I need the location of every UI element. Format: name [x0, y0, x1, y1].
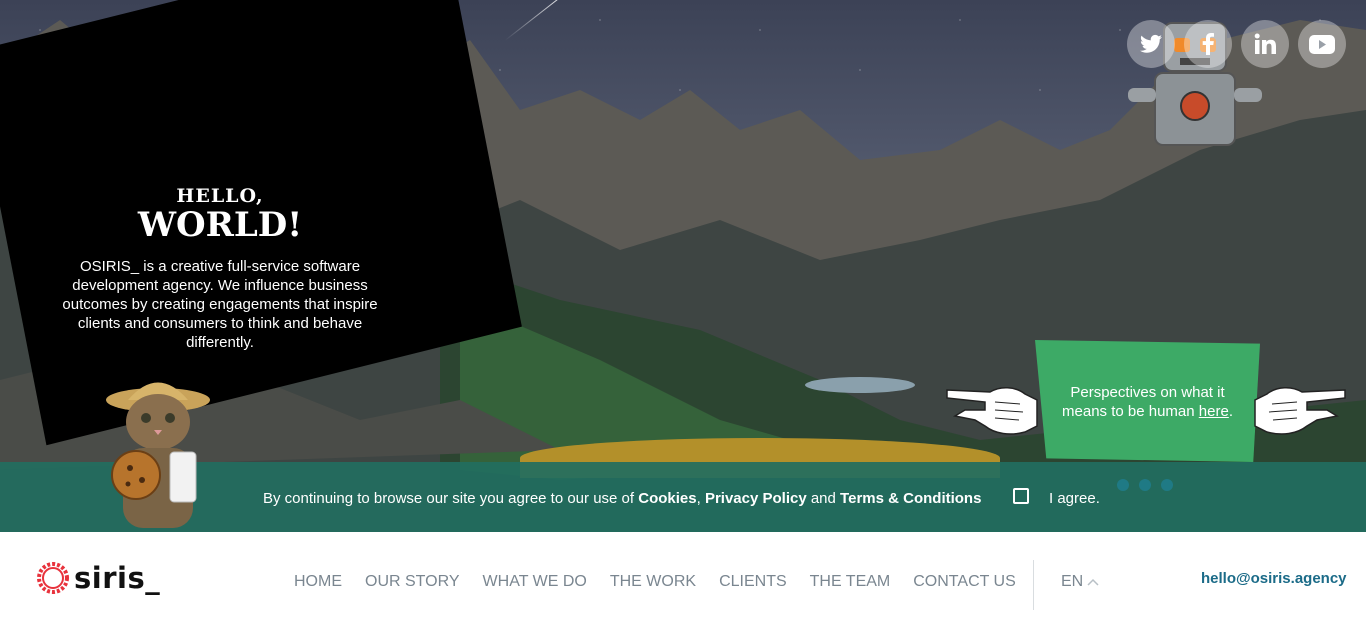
carousel-dot-2[interactable] [1139, 479, 1151, 491]
hero-greeting: HELLO, [176, 185, 264, 207]
perspectives-link[interactable]: here [1199, 403, 1229, 420]
twitter-icon [1140, 34, 1162, 53]
nav-our-story[interactable]: OUR STORY [365, 573, 460, 591]
cookies-link[interactable]: Cookies [638, 490, 696, 507]
cookie-and: and [806, 490, 841, 507]
hero-intro: HELLO, WORLD! OSIRIS_ is a creative full… [60, 185, 380, 352]
hero-description: OSIRIS_ is a creative full-service softw… [62, 258, 378, 351]
chevron-up-icon [1087, 578, 1099, 586]
facebook-button[interactable] [1184, 20, 1232, 68]
sun-logo-icon [37, 562, 69, 594]
nav-divider [1033, 560, 1034, 610]
hero-title: WORLD! [137, 205, 303, 245]
main-navbar: siris_ HOME OUR STORY WHAT WE DO THE WOR… [0, 532, 1366, 635]
pointing-hand-right-icon [946, 387, 1038, 435]
logo-text: siris_ [74, 561, 161, 595]
youtube-button[interactable] [1298, 20, 1346, 68]
privacy-policy-link[interactable]: Privacy Policy [705, 490, 807, 507]
language-selector[interactable]: EN [1061, 573, 1099, 591]
pointing-hand-left-icon [1254, 387, 1346, 435]
linkedin-button[interactable] [1241, 20, 1289, 68]
youtube-icon [1309, 34, 1335, 54]
osiris-logo[interactable]: siris_ [34, 559, 160, 597]
facebook-icon [1202, 33, 1214, 55]
perspectives-suffix: . [1228, 403, 1233, 420]
nav-clients[interactable]: CLIENTS [719, 573, 787, 591]
hero-banner: HELLO, WORLD! OSIRIS_ is a creative full… [0, 0, 1366, 532]
agree-checkbox[interactable] [1013, 488, 1029, 504]
nav-contact-us[interactable]: CONTACT US [913, 573, 1016, 591]
perspectives-text: Perspectives on what it means to be huma… [1050, 383, 1245, 421]
cookie-comma: , [696, 490, 705, 507]
cookie-message: By continuing to browse our site you agr… [263, 490, 981, 507]
cat-with-cookie-illustration [106, 382, 210, 528]
agree-label[interactable]: I agree. [1049, 490, 1100, 507]
language-label: EN [1061, 573, 1084, 590]
nav-what-we-do[interactable]: WHAT WE DO [483, 573, 587, 591]
nav-home[interactable]: HOME [294, 573, 342, 591]
contact-email-link[interactable]: hello@osiris.agency [1201, 570, 1347, 587]
terms-link[interactable]: Terms & Conditions [840, 490, 981, 507]
linkedin-icon [1254, 33, 1276, 54]
cookie-prefix: By continuing to browse our site you agr… [263, 490, 639, 507]
nav-the-team[interactable]: THE TEAM [810, 573, 891, 591]
twitter-button[interactable] [1127, 20, 1175, 68]
primary-nav: HOME OUR STORY WHAT WE DO THE WORK CLIEN… [294, 573, 1039, 591]
carousel-dot-1[interactable] [1117, 479, 1129, 491]
nav-the-work[interactable]: THE WORK [610, 573, 696, 591]
carousel-dot-3[interactable] [1161, 479, 1173, 491]
carousel-dots [1117, 479, 1173, 491]
